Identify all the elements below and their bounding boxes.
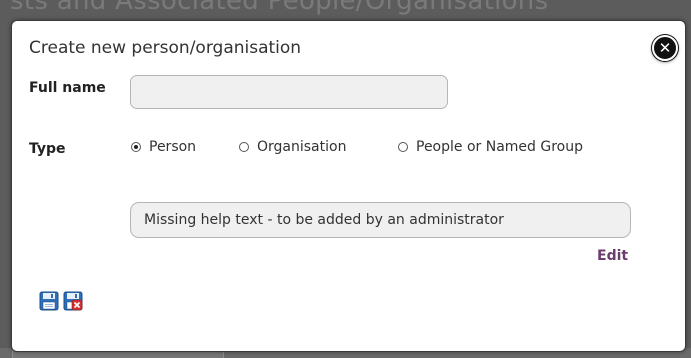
type-option-label: People or Named Group (416, 139, 583, 155)
type-option-label: Organisation (257, 139, 347, 155)
type-option-label: Person (149, 139, 197, 155)
edit-help-link[interactable]: Edit (597, 248, 628, 264)
type-option-person[interactable]: Person (131, 139, 196, 155)
type-option-organisation[interactable]: Organisation (239, 139, 346, 155)
full-name-label: Full name (29, 80, 106, 96)
cancel-save-icon (63, 291, 83, 311)
dialog-title: Create new person/organisation (29, 38, 302, 58)
cancel-button[interactable] (63, 291, 83, 311)
close-icon: ✕ (658, 39, 672, 57)
radio-unchecked-icon[interactable] (398, 142, 408, 152)
type-option-named-group[interactable]: People or Named Group (398, 139, 583, 155)
radio-checked-icon[interactable] (131, 142, 141, 152)
radio-unchecked-icon[interactable] (239, 142, 249, 152)
background-page-title: sts and Associated People/Organisations (10, 0, 549, 16)
save-icon (39, 291, 59, 311)
create-person-dialog: Create new person/organisation ✕ Full na… (11, 20, 686, 352)
close-button[interactable]: ✕ (652, 35, 678, 61)
save-button[interactable] (39, 291, 59, 311)
help-text-box: Missing help text - to be added by an ad… (130, 202, 631, 238)
type-label: Type (29, 141, 66, 157)
full-name-input[interactable] (130, 75, 448, 109)
